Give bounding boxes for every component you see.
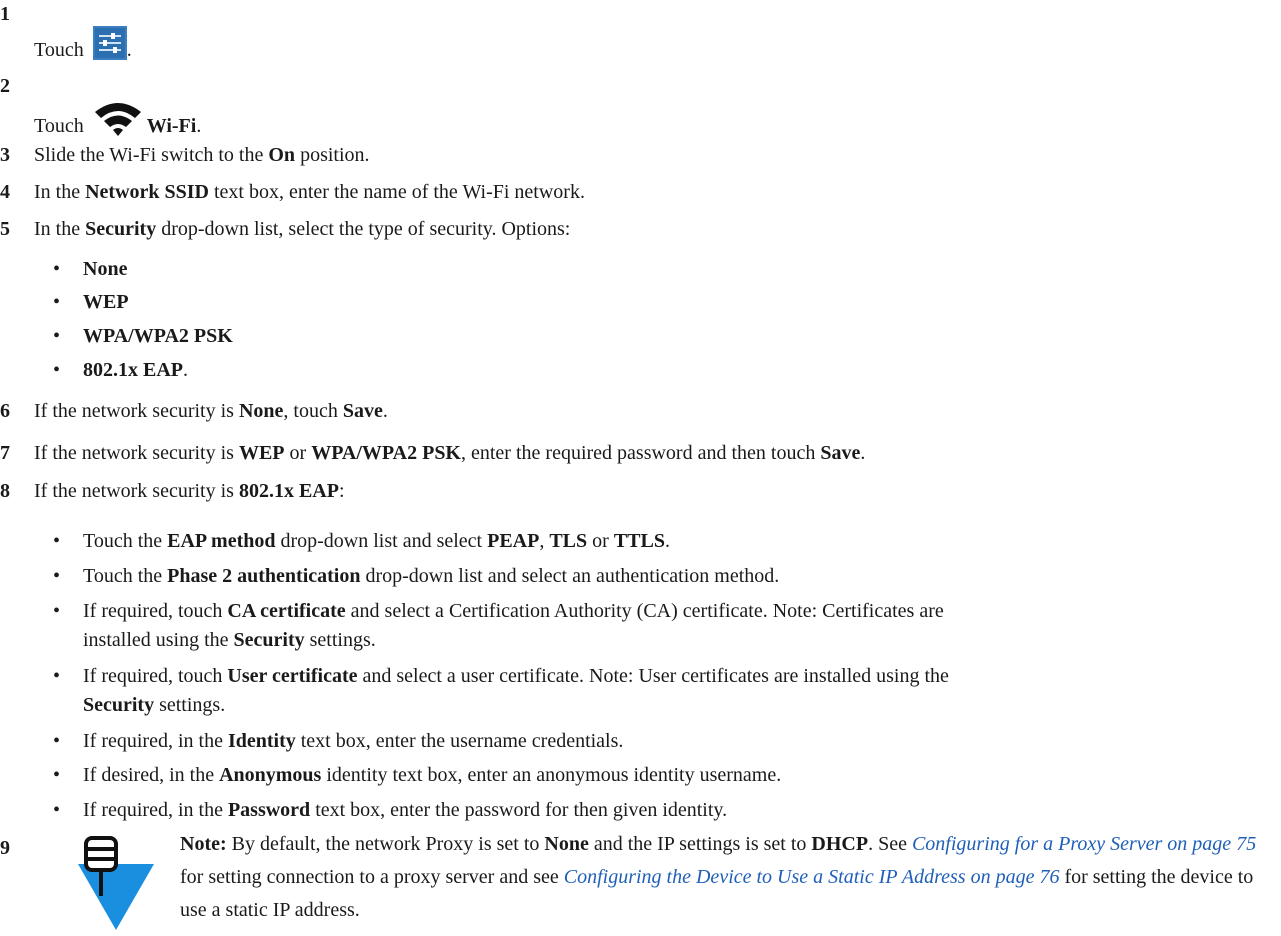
step-text: If the network security is None, touch S…: [34, 400, 388, 422]
wifi-label: Wi-Fi: [146, 115, 197, 137]
bullet: •: [53, 325, 61, 347]
bullet: •: [53, 799, 61, 821]
list-item: 802.1x EAP.: [83, 359, 188, 381]
list-item: WEP: [83, 291, 129, 313]
list-item: If required, touch User certificate and …: [83, 665, 949, 687]
list-item: If required, in the Password text box, e…: [83, 799, 728, 821]
step-number: 4: [0, 181, 10, 203]
step-number: 9: [0, 837, 10, 859]
step-text-pre: Touch: [34, 115, 84, 137]
link-static-ip[interactable]: Configuring the Device to Use a Static I…: [564, 866, 1060, 888]
list-item: Touch the Phase 2 authentication drop-do…: [83, 565, 780, 587]
list-item-continuation: Security settings.: [83, 694, 226, 716]
step-text-post: .: [196, 115, 202, 137]
bullet: •: [53, 600, 61, 622]
step-text: Touch Wi-Fi.: [34, 100, 201, 138]
bullet: •: [53, 565, 61, 587]
list-item: If required, touch CA certificate and se…: [83, 600, 944, 622]
step-text: In the Network SSID text box, enter the …: [34, 181, 585, 203]
list-item: If desired, in the Anonymous identity te…: [83, 764, 782, 786]
list-item: If required, in the Identity text box, e…: [83, 730, 624, 752]
step-number: 5: [0, 218, 10, 240]
note-text: Note: By default, the network Proxy is s…: [180, 833, 1257, 921]
step-text: If the network security is 802.1x EAP:: [34, 480, 345, 502]
step-number: 2: [0, 75, 10, 97]
bullet: •: [53, 258, 61, 280]
bullet: •: [53, 764, 61, 786]
step-number: 3: [0, 144, 10, 166]
list-item: WPA/WPA2 PSK: [83, 325, 233, 347]
bullet: •: [53, 665, 61, 687]
step-text-post: .: [126, 39, 132, 61]
step-text: If the network security is WEP or WPA/WP…: [34, 442, 866, 464]
wifi-icon: [94, 103, 141, 136]
bullet: •: [53, 730, 61, 752]
step-text: Touch .: [34, 26, 132, 62]
step-text: In the Security drop-down list, select t…: [34, 218, 571, 240]
step-text-pre: Touch: [34, 39, 84, 61]
list-item-continuation: installed using the Security settings.: [83, 629, 376, 651]
note-label: Note:: [180, 833, 227, 855]
step-text: Slide the Wi-Fi switch to the On positio…: [34, 144, 370, 166]
bullet: •: [53, 530, 61, 552]
step-number: 6: [0, 400, 10, 422]
settings-icon: [92, 26, 127, 60]
step-number: 8: [0, 480, 10, 502]
bullet: •: [53, 291, 61, 313]
note-icon: [78, 836, 154, 930]
step-number: 1: [0, 3, 10, 25]
step-number: 7: [0, 442, 10, 464]
list-item: None: [83, 258, 128, 280]
list-item: Touch the EAP method drop-down list and …: [83, 530, 670, 552]
bullet: •: [53, 359, 61, 381]
link-proxy-server[interactable]: Configuring for a Proxy Server on page 7…: [912, 833, 1256, 855]
